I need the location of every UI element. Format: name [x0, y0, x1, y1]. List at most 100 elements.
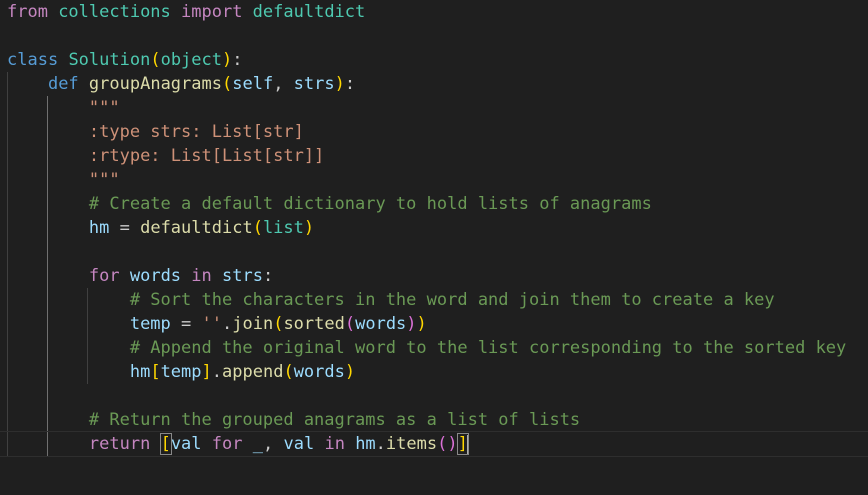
keyword-in: in — [324, 434, 345, 454]
dot: . — [375, 434, 386, 454]
variable-hm: hm — [129, 362, 151, 382]
paren-open: ( — [252, 218, 263, 238]
indent-guide — [47, 360, 48, 384]
variable-words: words — [355, 314, 407, 334]
docstring: :type strs: List[str] — [88, 122, 304, 142]
code-line-11[interactable] — [7, 240, 868, 264]
indent-guide — [47, 432, 48, 456]
indent-guide — [7, 408, 8, 432]
imported-name: defaultdict — [242, 2, 366, 22]
bracket-close: ] — [201, 362, 212, 382]
docstring: :rtype: List[List[str]] — [88, 146, 325, 166]
keyword-for: for — [211, 434, 243, 454]
code-area[interactable]: from collections import defaultdict clas… — [0, 0, 868, 457]
variable-temp: temp — [160, 362, 202, 382]
paren-close: ) — [447, 434, 458, 454]
function-name: groupAnagrams — [88, 74, 222, 94]
code-line-13[interactable]: # Sort the characters in the word and jo… — [7, 288, 868, 312]
indent-guide — [7, 96, 8, 120]
indent-guide — [87, 336, 88, 360]
code-line-18[interactable]: # Return the grouped anagrams as a list … — [7, 408, 868, 432]
param-strs: strs — [293, 74, 335, 94]
paren-open-inner: ( — [344, 314, 356, 334]
indent-guide — [7, 72, 8, 96]
colon: : — [232, 50, 243, 70]
indent-guide — [87, 360, 88, 384]
paren-close: ) — [334, 74, 345, 94]
indent-guide — [47, 192, 48, 216]
code-line-6[interactable]: :type strs: List[str] — [7, 120, 868, 144]
param-self: self — [232, 74, 274, 94]
variable-hm: hm — [88, 218, 110, 238]
indent-guide — [47, 264, 48, 288]
keyword-import: import — [181, 2, 243, 22]
assign: = — [170, 314, 202, 334]
dot: . — [221, 314, 233, 334]
indent-guide — [47, 384, 48, 408]
variable-hm: hm — [355, 434, 376, 454]
paren-close: ) — [222, 50, 233, 70]
keyword-from: from — [7, 2, 48, 22]
paren-close: ) — [303, 218, 315, 238]
comma: , — [263, 434, 284, 454]
code-line-7[interactable]: :rtype: List[List[str]] — [7, 144, 868, 168]
keyword-for: for — [88, 266, 120, 286]
indent-guide — [7, 360, 8, 384]
code-line-2[interactable] — [7, 24, 868, 48]
variable-underscore: _ — [252, 434, 263, 454]
variable-words: words — [293, 362, 345, 382]
colon: : — [262, 266, 274, 286]
comment: # Return the grouped anagrams as a list … — [88, 410, 581, 430]
indent-guide — [7, 144, 8, 168]
paren-open: ( — [437, 434, 448, 454]
indent-guide — [47, 216, 48, 240]
code-line-8[interactable]: """ — [7, 168, 868, 192]
indent-guide — [7, 264, 8, 288]
indent-guide — [7, 384, 8, 408]
code-line-4[interactable]: def groupAnagrams(self, strs): — [7, 72, 868, 96]
docstring: """ — [88, 98, 120, 118]
indent-guide — [87, 312, 88, 336]
variable-val: val — [170, 434, 202, 454]
keyword-class: class — [7, 50, 59, 70]
code-line-15[interactable]: # Append the original word to the list c… — [7, 336, 868, 360]
code-line-17[interactable] — [7, 384, 868, 408]
module-name: collections — [47, 2, 182, 22]
paren-open: ( — [273, 314, 284, 334]
indent-guide — [47, 288, 48, 312]
code-line-1[interactable]: from collections import defaultdict — [7, 0, 868, 24]
indent-guide — [7, 432, 8, 456]
code-line-3[interactable]: class Solution(object): — [7, 48, 868, 72]
indent-guide — [47, 312, 48, 336]
call-items: items — [385, 434, 438, 454]
code-line-19[interactable]: return [val for _, val in hm.items()] — [0, 431, 868, 457]
paren-close-inner: ) — [406, 314, 417, 334]
indent-guide — [47, 168, 48, 192]
code-line-5[interactable]: """ — [7, 96, 868, 120]
code-line-10[interactable]: hm = defaultdict(list) — [7, 216, 868, 240]
dot: . — [211, 362, 223, 382]
paren-close: ) — [416, 314, 427, 334]
docstring: """ — [88, 170, 120, 190]
string-empty: '' — [201, 314, 222, 334]
comment: # Append the original word to the list c… — [129, 338, 847, 358]
indent-guide — [7, 288, 8, 312]
comma: , — [273, 74, 294, 94]
code-line-14[interactable]: temp = ''.join(sorted(words)) — [7, 312, 868, 336]
code-editor[interactable]: from collections import defaultdict clas… — [0, 0, 868, 495]
indent-guide — [7, 216, 8, 240]
code-line-12[interactable]: for words in strs: — [7, 264, 868, 288]
indent-guide — [7, 168, 8, 192]
type-list: list — [262, 218, 304, 238]
paren-open: ( — [283, 362, 294, 382]
indent-guide — [47, 120, 48, 144]
assign: = — [109, 218, 141, 238]
indent-guide — [7, 192, 8, 216]
keyword-return: return — [88, 434, 151, 454]
bracket-open: [ — [150, 362, 161, 382]
comment: # Create a default dictionary to hold li… — [88, 194, 652, 214]
colon: : — [344, 74, 356, 94]
code-line-9[interactable]: # Create a default dictionary to hold li… — [7, 192, 868, 216]
code-line-16[interactable]: hm[temp].append(words) — [7, 360, 868, 384]
bracket-open-matched: [ — [159, 433, 172, 455]
